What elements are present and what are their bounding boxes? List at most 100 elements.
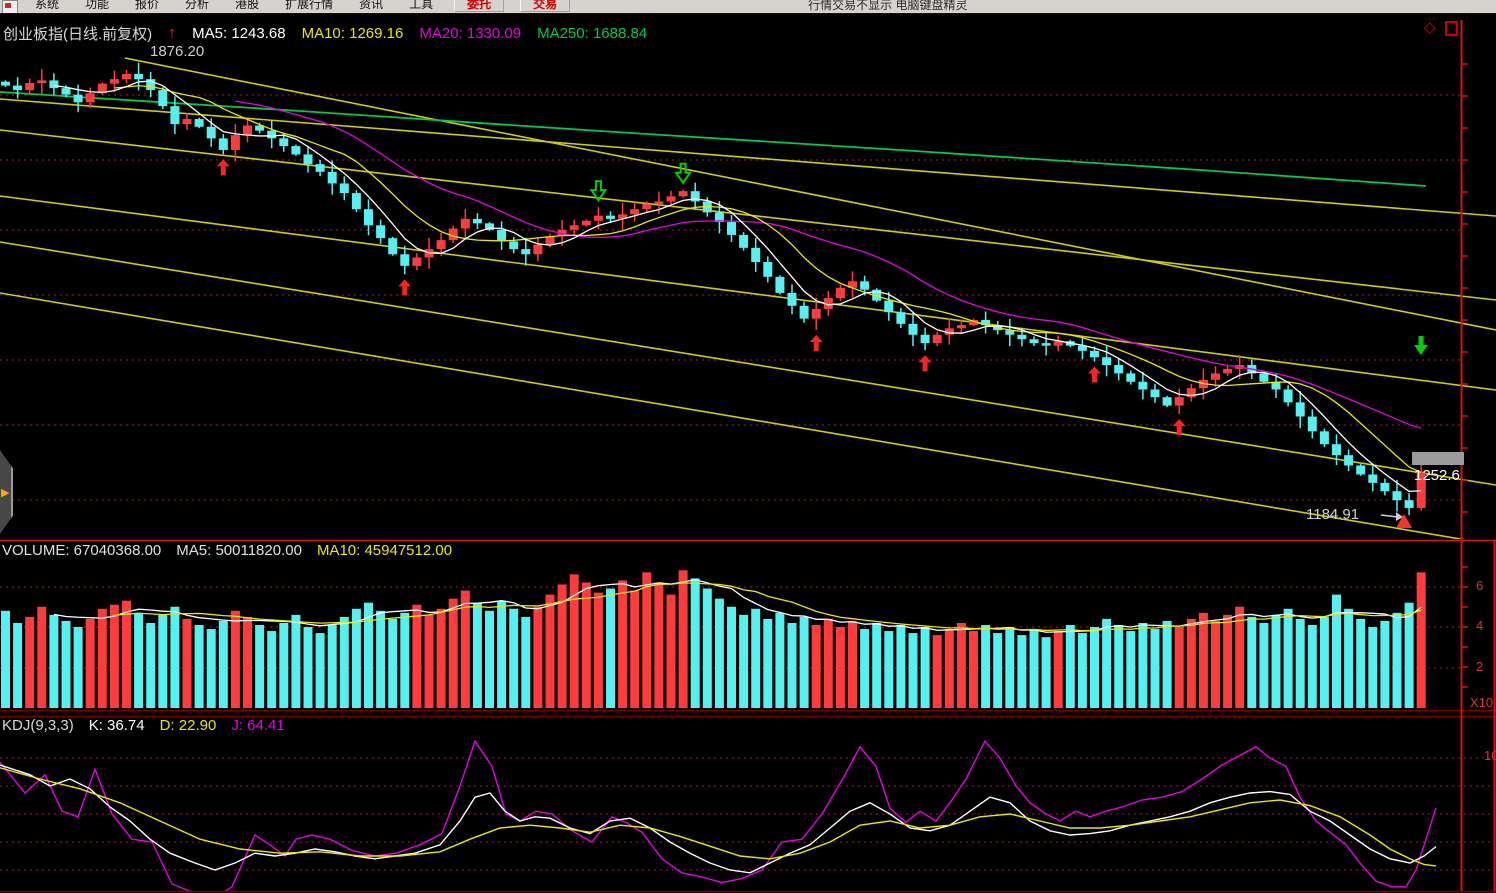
candle-body[interactable] [195,119,204,127]
candle-body[interactable] [243,125,252,135]
volume-bar[interactable] [1368,627,1377,708]
volume-bar[interactable] [183,619,192,708]
volume-bar[interactable] [1090,627,1099,708]
candle-body[interactable] [739,235,748,248]
candle-body[interactable] [909,324,918,335]
menu-item-0[interactable]: 系统 [22,0,72,11]
candle-body[interactable] [388,238,397,254]
volume-bar[interactable] [1235,607,1244,708]
volume-bar[interactable] [1066,625,1075,708]
volume-panel[interactable] [0,570,1460,708]
candle-body[interactable] [594,216,603,221]
volume-bar[interactable] [400,613,409,708]
volume-bar[interactable] [98,609,107,708]
trendline[interactable] [0,242,1496,485]
volume-bar[interactable] [62,621,71,708]
candle-body[interactable] [860,281,869,289]
menu-item-4[interactable]: 港股 [222,0,272,11]
volume-bar[interactable] [739,615,748,708]
volume-bar[interactable] [1102,619,1111,708]
candle-body[interactable] [1405,500,1414,508]
candle-body[interactable] [1320,431,1329,444]
trendline[interactable] [0,99,1496,216]
candle-body[interactable] [207,127,216,139]
volume-bar[interactable] [957,623,966,708]
volume-bar[interactable] [848,621,857,708]
candle-body[interactable] [1126,373,1135,381]
candle-body[interactable] [812,309,821,319]
candle-body[interactable] [158,90,167,106]
menu-trade-item-1[interactable]: 交易 [520,0,570,12]
volume-bar[interactable] [1078,633,1087,708]
volume-bar[interactable] [1163,621,1172,708]
candle-body[interactable] [1,82,10,86]
candle-body[interactable] [642,204,651,209]
volume-bar[interactable] [1175,627,1184,708]
candle-body[interactable] [1114,365,1123,373]
volume-bar[interactable] [981,625,990,708]
volume-bar[interactable] [1005,627,1014,708]
volume-bar[interactable] [703,589,712,708]
candle-body[interactable] [1296,402,1305,416]
candle-body[interactable] [1102,357,1111,365]
volume-bar[interactable] [606,589,615,708]
candle-body[interactable] [1017,335,1026,340]
candle-body[interactable] [364,209,373,225]
volume-bar[interactable] [969,631,978,708]
volume-bar[interactable] [788,623,797,708]
volume-bar[interactable] [158,615,167,708]
candle-body[interactable] [376,225,385,238]
volume-bar[interactable] [1187,619,1196,708]
candle-body[interactable] [896,312,905,324]
volume-bar[interactable] [376,611,385,708]
candle-body[interactable] [1042,343,1051,346]
candle-body[interactable] [62,88,71,94]
volume-bar[interactable] [594,593,603,708]
candle-body[interactable] [836,288,845,298]
volume-bar[interactable] [715,599,724,708]
candle-body[interactable] [86,93,95,102]
volume-bar[interactable] [1114,625,1123,708]
volume-bar[interactable] [74,627,83,708]
volume-bar[interactable] [340,617,349,708]
candle-body[interactable] [679,191,688,196]
volume-bar[interactable] [219,621,228,708]
volume-bar[interactable] [255,625,264,708]
candle-body[interactable] [1138,382,1147,390]
volume-bar[interactable] [533,607,542,708]
volume-bar[interactable] [775,613,784,708]
candle-body[interactable] [1259,373,1268,381]
volume-bar[interactable] [134,613,143,708]
volume-bar[interactable] [667,595,676,708]
candle-body[interactable] [267,131,276,139]
volume-bar[interactable] [207,629,216,708]
candle-body[interactable] [13,86,22,91]
volume-bar[interactable] [1223,615,1232,708]
volume-bar[interactable] [485,611,494,708]
candle-body[interactable] [219,138,228,150]
candle-body[interactable] [1356,465,1365,474]
candle-body[interactable] [340,183,349,193]
volume-bar[interactable] [945,629,954,708]
candle-body[interactable] [134,74,143,79]
volume-bar[interactable] [1199,613,1208,708]
candle-body[interactable] [231,135,240,150]
volume-bar[interactable] [1332,595,1341,708]
candle-body[interactable] [110,79,119,84]
volume-bar[interactable] [812,625,821,708]
candle-body[interactable] [1163,397,1172,405]
volume-bar[interactable] [110,605,119,708]
candle-body[interactable] [884,301,893,313]
volume-bar[interactable] [49,615,58,708]
volume-bar[interactable] [1259,623,1268,708]
candle-body[interactable] [1368,474,1377,482]
volume-bar[interactable] [763,619,772,708]
volume-bar[interactable] [304,627,313,708]
volume-bar[interactable] [509,609,518,708]
volume-bar[interactable] [909,633,918,708]
volume-bar[interactable] [13,623,22,708]
candle-body[interactable] [570,225,579,230]
volume-bar[interactable] [1417,572,1426,708]
candle-body[interactable] [800,306,809,319]
volume-bar[interactable] [1344,609,1353,708]
